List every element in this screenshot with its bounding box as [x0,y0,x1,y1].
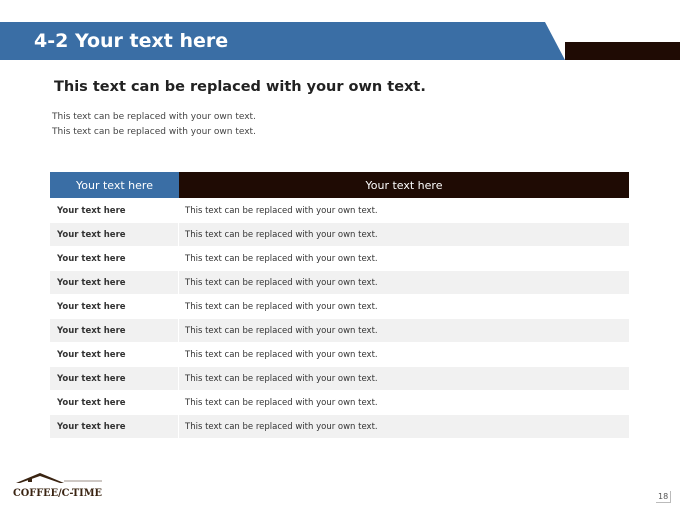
table-row: Your text here This text can be replaced… [50,319,629,342]
table-header-row: Your text here Your text here [50,172,629,198]
row-text: This text can be replaced with your own … [185,277,378,288]
row-text: This text can be replaced with your own … [185,205,378,216]
row-text: This text can be replaced with your own … [185,349,378,360]
content-table: Your text here Your text here Your text … [50,172,629,438]
row-label: Your text here [50,319,179,342]
row-text: This text can be replaced with your own … [185,325,378,336]
table-row: Your text here This text can be replaced… [50,271,629,294]
row-text: This text can be replaced with your own … [185,253,378,264]
slide-subtitle: This text can be replaced with your own … [54,79,426,95]
row-label: Your text here [50,367,179,390]
table-header-cell: Your text here [50,172,179,198]
table-row: Your text here This text can be replaced… [50,415,629,438]
coffee-logo: COFFEE/C-TIME [13,473,102,499]
row-label: Your text here [50,223,179,246]
row-label: Your text here [50,295,179,318]
table-row: Your text here This text can be replaced… [50,295,629,318]
row-text: This text can be replaced with your own … [185,373,378,384]
table-row: Your text here This text can be replaced… [50,199,629,222]
body-text-line: This text can be replaced with your own … [52,112,256,122]
table-header-cell: Your text here [179,172,629,198]
row-label: Your text here [50,391,179,414]
row-text: This text can be replaced with your own … [185,397,378,408]
table-row: Your text here This text can be replaced… [50,223,629,246]
row-label: Your text here [50,271,179,294]
table-row: Your text here This text can be replaced… [50,247,629,270]
row-label: Your text here [50,247,179,270]
row-label: Your text here [50,415,179,438]
row-text: This text can be replaced with your own … [185,229,378,240]
logo-wordmark: COFFEE/C-TIME [13,487,102,499]
slide-title: 4-2 Your text here [34,30,229,52]
row-text: This text can be replaced with your own … [185,421,378,432]
body-text-line: This text can be replaced with your own … [52,127,256,137]
table-row: Your text here This text can be replaced… [50,367,629,390]
row-label: Your text here [50,199,179,222]
title-accent-bar [565,42,680,60]
row-label: Your text here [50,343,179,366]
table-row: Your text here This text can be replaced… [50,343,629,366]
table-row: Your text here This text can be replaced… [50,391,629,414]
row-text: This text can be replaced with your own … [185,301,378,312]
page-number: 18 [656,491,672,503]
